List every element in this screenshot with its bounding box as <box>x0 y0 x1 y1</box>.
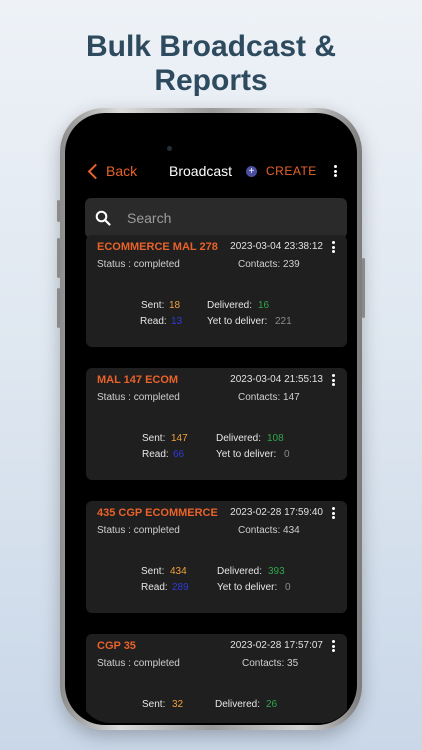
search-bar <box>85 198 347 238</box>
search-icon <box>95 210 111 226</box>
broadcast-datetime: 2023-02-28 17:57:07 <box>230 640 323 651</box>
read-value: 13 <box>171 316 183 327</box>
broadcast-card[interactable]: MAL 147 ECOM 2023-03-04 21:55:13 Status … <box>86 368 347 480</box>
contacts-row: Contacts: 239 <box>238 259 300 270</box>
mute-switch <box>57 200 60 222</box>
phone-bezel: Back Broadcast + CREATE ECOM <box>65 113 357 725</box>
read-label: Read: <box>141 582 168 593</box>
read-label: Read: <box>142 449 169 460</box>
power-button <box>362 258 365 318</box>
delivered-label: Delivered: <box>215 699 261 710</box>
headline: Bulk Broadcast & Reports <box>0 30 422 98</box>
sent-value: 18 <box>169 300 181 311</box>
page-title: Broadcast <box>169 163 233 179</box>
broadcast-card[interactable]: CGP 35 2023-02-28 17:57:07 Status : comp… <box>86 634 347 723</box>
read-value: 66 <box>173 449 185 460</box>
camera-icon <box>167 146 172 151</box>
create-label: CREATE <box>266 164 317 178</box>
contacts-label: Contacts: <box>238 525 281 536</box>
delivered-label: Delivered: <box>216 433 262 444</box>
sent-label: Sent: <box>142 699 166 710</box>
notch <box>173 127 285 153</box>
broadcast-name: 435 CGP ECOMMERCE <box>97 507 218 519</box>
contacts-label: Contacts: <box>238 392 281 403</box>
contacts-value: 434 <box>283 525 300 536</box>
status-row: Status : completed <box>97 259 180 270</box>
volume-down-button <box>57 288 60 328</box>
contacts-row: Contacts: 35 <box>242 658 298 669</box>
back-label: Back <box>106 163 138 179</box>
yet-to-deliver-value: 0 <box>285 582 291 593</box>
sent-value: 32 <box>172 699 184 710</box>
broadcast-name: ECOMMERCE MAL 278 <box>97 241 218 253</box>
card-more-options-icon[interactable] <box>330 507 336 519</box>
card-more-options-icon[interactable] <box>330 374 336 386</box>
yet-to-deliver-value: 221 <box>275 316 292 327</box>
card-more-options-icon[interactable] <box>330 640 336 652</box>
broadcast-name: CGP 35 <box>97 640 136 652</box>
delivered-label: Delivered: <box>217 566 263 577</box>
contacts-value: 239 <box>283 259 300 270</box>
navigation-bar: Back Broadcast + CREATE <box>79 157 353 185</box>
phone-frame: Back Broadcast + CREATE ECOM <box>57 108 365 730</box>
contacts-value: 147 <box>283 392 300 403</box>
yet-to-deliver-value: 0 <box>284 449 290 460</box>
delivered-value: 26 <box>266 699 278 710</box>
card-more-options-icon[interactable] <box>330 241 336 253</box>
contacts-row: Contacts: 147 <box>238 392 300 403</box>
volume-up-button <box>57 238 60 278</box>
sent-value: 434 <box>170 566 187 577</box>
search-input[interactable] <box>125 209 329 227</box>
sent-label: Sent: <box>142 433 166 444</box>
read-value: 289 <box>172 582 189 593</box>
sent-value: 147 <box>171 433 188 444</box>
status-label: Status : <box>97 392 131 403</box>
app-screen: Back Broadcast + CREATE ECOM <box>79 127 353 723</box>
yet-to-deliver-label: Yet to deliver: <box>217 582 278 593</box>
status-label: Status : <box>97 259 131 270</box>
sent-label: Sent: <box>141 300 165 311</box>
delivered-value: 108 <box>267 433 284 444</box>
delivered-label: Delivered: <box>207 300 253 311</box>
broadcast-datetime: 2023-03-04 21:55:13 <box>230 374 323 385</box>
status-label: Status : <box>97 658 131 669</box>
contacts-row: Contacts: 434 <box>238 525 300 536</box>
broadcast-datetime: 2023-02-28 17:59:40 <box>230 507 323 518</box>
read-label: Read: <box>140 316 167 327</box>
status-row: Status : completed <box>97 525 180 536</box>
delivered-value: 393 <box>268 566 285 577</box>
broadcast-card[interactable]: ECOMMERCE MAL 278 2023-03-04 23:38:12 St… <box>86 235 347 347</box>
yet-to-deliver-label: Yet to deliver: <box>216 449 277 460</box>
back-button[interactable]: Back <box>87 161 137 181</box>
plus-circle-icon: + <box>246 165 257 177</box>
delivered-value: 16 <box>258 300 270 311</box>
broadcast-name: MAL 147 ECOM <box>97 374 179 386</box>
broadcast-datetime: 2023-03-04 23:38:12 <box>230 241 323 252</box>
create-button[interactable]: + CREATE <box>246 161 317 181</box>
status-value: completed <box>133 525 180 536</box>
status-row: Status : completed <box>97 658 180 669</box>
chevron-left-icon <box>87 163 104 179</box>
contacts-label: Contacts: <box>242 658 285 669</box>
headline-line-2: Reports <box>154 64 268 97</box>
contacts-value: 35 <box>287 658 299 669</box>
headline-line-1: Bulk Broadcast & <box>85 30 337 63</box>
status-label: Status : <box>97 525 131 536</box>
status-value: completed <box>133 392 180 403</box>
sent-label: Sent: <box>141 566 165 577</box>
status-value: completed <box>133 259 180 270</box>
more-options-icon[interactable] <box>332 165 338 177</box>
yet-to-deliver-label: Yet to deliver: <box>207 316 268 327</box>
contacts-label: Contacts: <box>238 259 281 270</box>
status-row: Status : completed <box>97 392 180 403</box>
broadcast-card[interactable]: 435 CGP ECOMMERCE 2023-02-28 17:59:40 St… <box>86 501 347 613</box>
status-value: completed <box>133 658 180 669</box>
